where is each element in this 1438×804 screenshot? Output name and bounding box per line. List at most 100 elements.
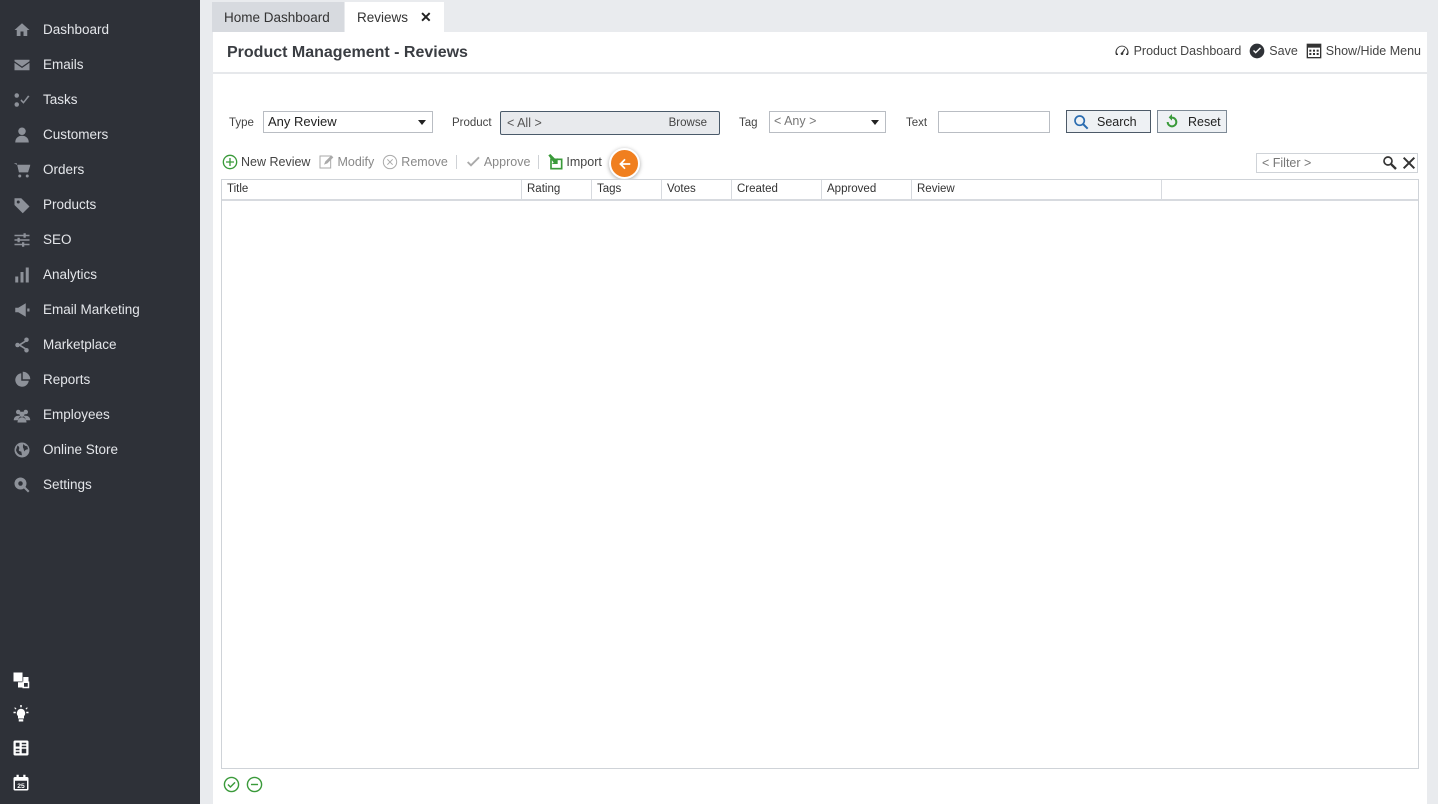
product-dashboard-label: Product Dashboard bbox=[1133, 44, 1242, 58]
pie-chart-icon bbox=[12, 370, 32, 390]
column-header[interactable]: Review bbox=[912, 180, 1162, 200]
column-header[interactable]: Tags bbox=[592, 180, 662, 200]
product-label: Product bbox=[452, 117, 492, 129]
sliders-icon bbox=[12, 230, 32, 250]
type-label: Type bbox=[229, 117, 254, 129]
sidebar-item-label: Email Marketing bbox=[43, 302, 140, 317]
text-search-input[interactable] bbox=[938, 111, 1050, 133]
import-button[interactable]: Import bbox=[547, 154, 602, 170]
product-dashboard-button[interactable]: Product Dashboard bbox=[1114, 43, 1242, 59]
sidebar-item-settings[interactable]: Settings bbox=[0, 467, 200, 502]
user-icon bbox=[12, 125, 32, 145]
home-icon bbox=[12, 20, 32, 40]
sidebar-item-label: Online Store bbox=[43, 442, 119, 457]
text-label: Text bbox=[906, 117, 928, 129]
bar-chart-icon bbox=[12, 265, 32, 285]
new-review-button[interactable]: New Review bbox=[222, 154, 310, 170]
modify-label: Modify bbox=[337, 155, 375, 169]
filter-input[interactable]: < Filter > bbox=[1256, 153, 1418, 173]
grid-app-icon[interactable] bbox=[12, 739, 30, 757]
page-header: Product Management - Reviews Product Das… bbox=[213, 32, 1427, 74]
sidebar-item-email-marketing[interactable]: Email Marketing bbox=[0, 292, 200, 327]
reviews-grid[interactable]: Title Rating Tags Votes Created Approved… bbox=[221, 179, 1419, 769]
browse-button[interactable]: Browse bbox=[669, 117, 707, 129]
edit-icon bbox=[319, 155, 334, 169]
gauge-icon bbox=[1115, 45, 1129, 55]
close-icon[interactable]: ✕ bbox=[420, 9, 432, 26]
minus-circle-icon[interactable] bbox=[246, 776, 263, 793]
sidebar-item-customers[interactable]: Customers bbox=[0, 117, 200, 152]
type-select[interactable]: Any Review bbox=[263, 111, 433, 133]
sidebar-item-label: Settings bbox=[43, 477, 92, 492]
sidebar-item-orders[interactable]: Orders bbox=[0, 152, 200, 187]
import-icon bbox=[548, 154, 563, 170]
grid-header: Title Rating Tags Votes Created Approved… bbox=[222, 180, 1418, 201]
arrow-left-icon bbox=[618, 158, 630, 169]
search-icon bbox=[1074, 114, 1089, 129]
sidebar-item-label: Reports bbox=[43, 372, 91, 387]
header-actions: Product Dashboard Save Show/Hide Menu bbox=[1106, 43, 1421, 59]
column-header[interactable]: Created bbox=[732, 180, 822, 200]
tag-select-value: < Any > bbox=[774, 114, 817, 128]
column-header[interactable]: Rating bbox=[522, 180, 592, 200]
tab-reviews[interactable]: Reviews ✕ bbox=[345, 2, 444, 32]
check-circle-icon[interactable] bbox=[223, 776, 240, 793]
sidebar-item-online-store[interactable]: Online Store bbox=[0, 432, 200, 467]
tab-bar: Home Dashboard Reviews ✕ bbox=[200, 0, 1438, 32]
column-header[interactable]: Approved bbox=[822, 180, 912, 200]
tag-label: Tag bbox=[739, 117, 758, 129]
search-icon[interactable] bbox=[1382, 155, 1398, 171]
cart-icon bbox=[12, 160, 32, 180]
sidebar-item-marketplace[interactable]: Marketplace bbox=[0, 327, 200, 362]
windows-icon[interactable] bbox=[12, 671, 30, 689]
plus-circle-icon bbox=[222, 154, 238, 170]
check-circle-icon bbox=[1249, 43, 1265, 59]
settings-icon bbox=[12, 475, 32, 495]
sidebar-item-reports[interactable]: Reports bbox=[0, 362, 200, 397]
tab-label: Reviews bbox=[357, 9, 409, 25]
save-button[interactable]: Save bbox=[1249, 43, 1298, 59]
search-button-label: Search bbox=[1097, 114, 1137, 129]
megaphone-icon bbox=[12, 300, 32, 320]
menu-grid-icon bbox=[1306, 43, 1322, 59]
reset-button[interactable]: Reset bbox=[1157, 110, 1227, 133]
product-field[interactable]: < All > Browse bbox=[500, 111, 720, 135]
product-value: < All > bbox=[507, 116, 542, 130]
sidebar-item-label: Employees bbox=[43, 407, 110, 422]
sidebar-item-emails[interactable]: Emails bbox=[0, 47, 200, 82]
sidebar: Dashboard Emails Tasks Customers Orders … bbox=[0, 0, 200, 804]
clear-icon[interactable] bbox=[1401, 155, 1417, 171]
sidebar-item-analytics[interactable]: Analytics bbox=[0, 257, 200, 292]
save-label: Save bbox=[1269, 44, 1298, 58]
main-panel: Product Management - Reviews Product Das… bbox=[213, 32, 1427, 804]
approve-button[interactable]: Approve bbox=[465, 154, 531, 170]
show-hide-menu-button[interactable]: Show/Hide Menu bbox=[1306, 43, 1421, 59]
hint-badge bbox=[609, 148, 640, 179]
sidebar-item-label: Orders bbox=[43, 162, 85, 177]
sidebar-item-label: Analytics bbox=[43, 267, 98, 282]
filter-placeholder: < Filter > bbox=[1262, 156, 1312, 170]
users-icon bbox=[12, 405, 32, 425]
grid-toolbar: New Review Modify Remove Approve Import bbox=[222, 152, 610, 172]
column-header[interactable]: Votes bbox=[662, 180, 732, 200]
remove-circle-icon bbox=[383, 154, 398, 170]
type-select-value: Any Review bbox=[268, 114, 337, 129]
calendar-icon[interactable]: 25 bbox=[12, 774, 30, 792]
lightbulb-icon[interactable] bbox=[12, 705, 30, 723]
remove-button[interactable]: Remove bbox=[382, 154, 448, 170]
tab-home-dashboard[interactable]: Home Dashboard bbox=[212, 2, 344, 32]
sidebar-item-dashboard[interactable]: Dashboard bbox=[0, 12, 200, 47]
search-button[interactable]: Search bbox=[1066, 110, 1151, 133]
sidebar-item-label: Customers bbox=[43, 127, 109, 142]
show-hide-menu-label: Show/Hide Menu bbox=[1325, 44, 1421, 58]
approve-label: Approve bbox=[483, 155, 531, 169]
tag-select[interactable]: < Any > bbox=[769, 111, 886, 133]
toolbar-divider bbox=[455, 155, 457, 169]
sidebar-item-products[interactable]: Products bbox=[0, 187, 200, 222]
sidebar-item-label: Dashboard bbox=[43, 22, 110, 37]
sidebar-item-employees[interactable]: Employees bbox=[0, 397, 200, 432]
modify-button[interactable]: Modify bbox=[318, 154, 374, 170]
column-header[interactable]: Title bbox=[222, 180, 522, 200]
sidebar-item-tasks[interactable]: Tasks bbox=[0, 82, 200, 117]
sidebar-item-seo[interactable]: SEO bbox=[0, 222, 200, 257]
